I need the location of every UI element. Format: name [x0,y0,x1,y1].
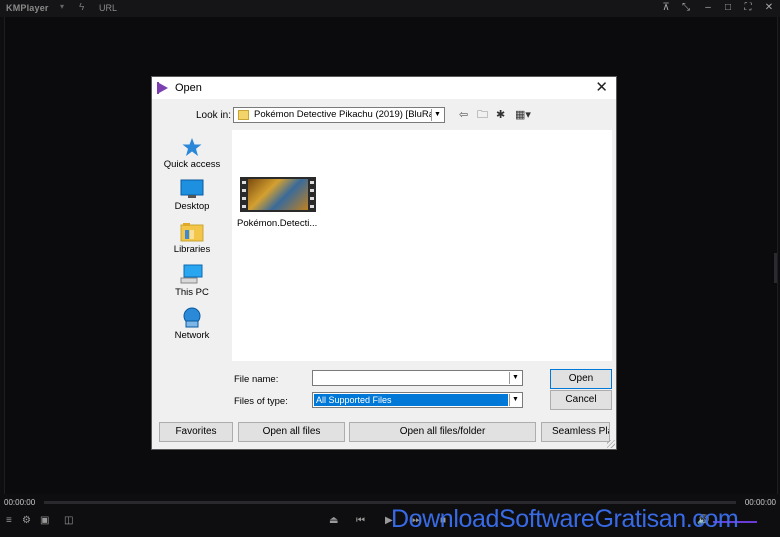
pin-icon[interactable]: ⊼ [659,2,673,14]
place-label: Desktop [174,201,210,212]
quick-access-icon [182,138,202,156]
side-panel-handle[interactable] [774,253,777,283]
favorites-button[interactable]: Favorites [159,422,233,442]
file-list-pane[interactable]: Pokémon.Detecti... [232,130,612,361]
file-name-label: Pokémon.Detecti... [237,218,318,229]
view-menu-icon[interactable]: ▦▾ [515,108,531,122]
settings-gear-icon[interactable]: ⚙ [22,515,31,527]
open-all-files-folder-button[interactable]: Open all files/folder [349,422,536,442]
watermark-text: DownloadSoftwareGratisan.com [391,505,739,533]
look-in-dropdown[interactable]: Pokémon Detective Pikachu (2019) [BluRay… [233,107,445,123]
place-desktop[interactable]: Desktop [158,179,226,212]
resize-grip[interactable] [607,440,615,448]
place-label: Quick access [163,159,221,170]
place-network[interactable]: Network [158,307,226,341]
seamless-play-button[interactable]: Seamless Play [541,422,610,442]
shrink-icon[interactable]: ⤡ [679,2,693,14]
dialog-title-bar[interactable]: Open ✕ [152,77,616,99]
place-libraries[interactable]: Libraries [158,222,226,255]
seek-bar[interactable] [44,501,736,504]
up-folder-icon[interactable]: 🗀 [477,108,488,122]
place-this-pc[interactable]: This PC [158,264,226,298]
network-icon [183,307,201,328]
files-of-type-value: All Supported Files [314,394,508,406]
place-label: Libraries [173,244,211,255]
time-total: 00:00:00 [744,498,776,507]
new-folder-icon[interactable]: ✱ [496,108,505,122]
back-arrow-icon[interactable]: ⇦ [459,108,468,122]
kmplayer-brand[interactable]: KMPlayer [6,3,49,13]
brand-menu-chevron-icon[interactable]: ▾ [60,2,64,11]
previous-icon[interactable]: ⏮ [356,515,365,527]
file-name-field[interactable]: ▼ [312,370,523,386]
minimize-icon[interactable]: – [701,2,715,14]
libraries-icon [180,223,204,242]
file-name-label-text: File name: [234,374,279,385]
open-all-files-button[interactable]: Open all files [238,422,345,442]
folder-icon [238,110,249,120]
time-elapsed: 00:00:00 [4,498,36,507]
chevron-down-icon[interactable]: ▼ [509,372,521,384]
files-of-type-dropdown[interactable]: All Supported Files ▼ [312,392,523,408]
chevron-down-icon[interactable]: ▼ [509,394,521,406]
camera-icon[interactable]: ▣ [40,515,49,527]
dialog-title: Open [175,82,202,94]
open-dialog: Open ✕ Look in: Pokémon Detective Pikach… [151,76,617,450]
playlist-icon[interactable]: ≡ [6,515,12,527]
desktop-icon [180,179,204,198]
open-button[interactable]: Open [550,369,612,389]
chevron-down-icon[interactable]: ▼ [431,109,443,121]
look-in-label: Look in: [196,110,232,121]
close-player-icon[interactable]: ✕ [762,2,776,14]
kmplayer-logo-play-icon [159,83,168,93]
place-quick-access[interactable]: Quick access [158,137,226,170]
dialog-close-icon[interactable]: ✕ [595,79,608,97]
url-button[interactable]: URL [99,3,117,13]
eject-icon[interactable]: ⏏ [329,515,338,527]
place-label: This PC [175,287,209,298]
places-bar: Quick access Desktop Libraries This PC N… [158,129,226,361]
files-of-type-label: Files of type: [234,396,288,407]
place-label: Network [174,330,210,341]
fullscreen-icon[interactable]: ⛶ [741,2,755,14]
lightning-icon[interactable]: ϟ [79,2,84,13]
maximize-icon[interactable]: □ [721,2,735,14]
this-pc-icon [180,264,203,284]
cancel-button[interactable]: Cancel [550,390,612,410]
video-file-icon [240,177,316,212]
vr-glasses-icon[interactable]: ◫ [64,515,73,527]
look-in-value: Pokémon Detective Pikachu (2019) [BluRay… [254,109,442,120]
player-title-bar: KMPlayer ▾ ϟ URL ⊼ ⤡ – □ ⛶ ✕ [0,0,780,17]
